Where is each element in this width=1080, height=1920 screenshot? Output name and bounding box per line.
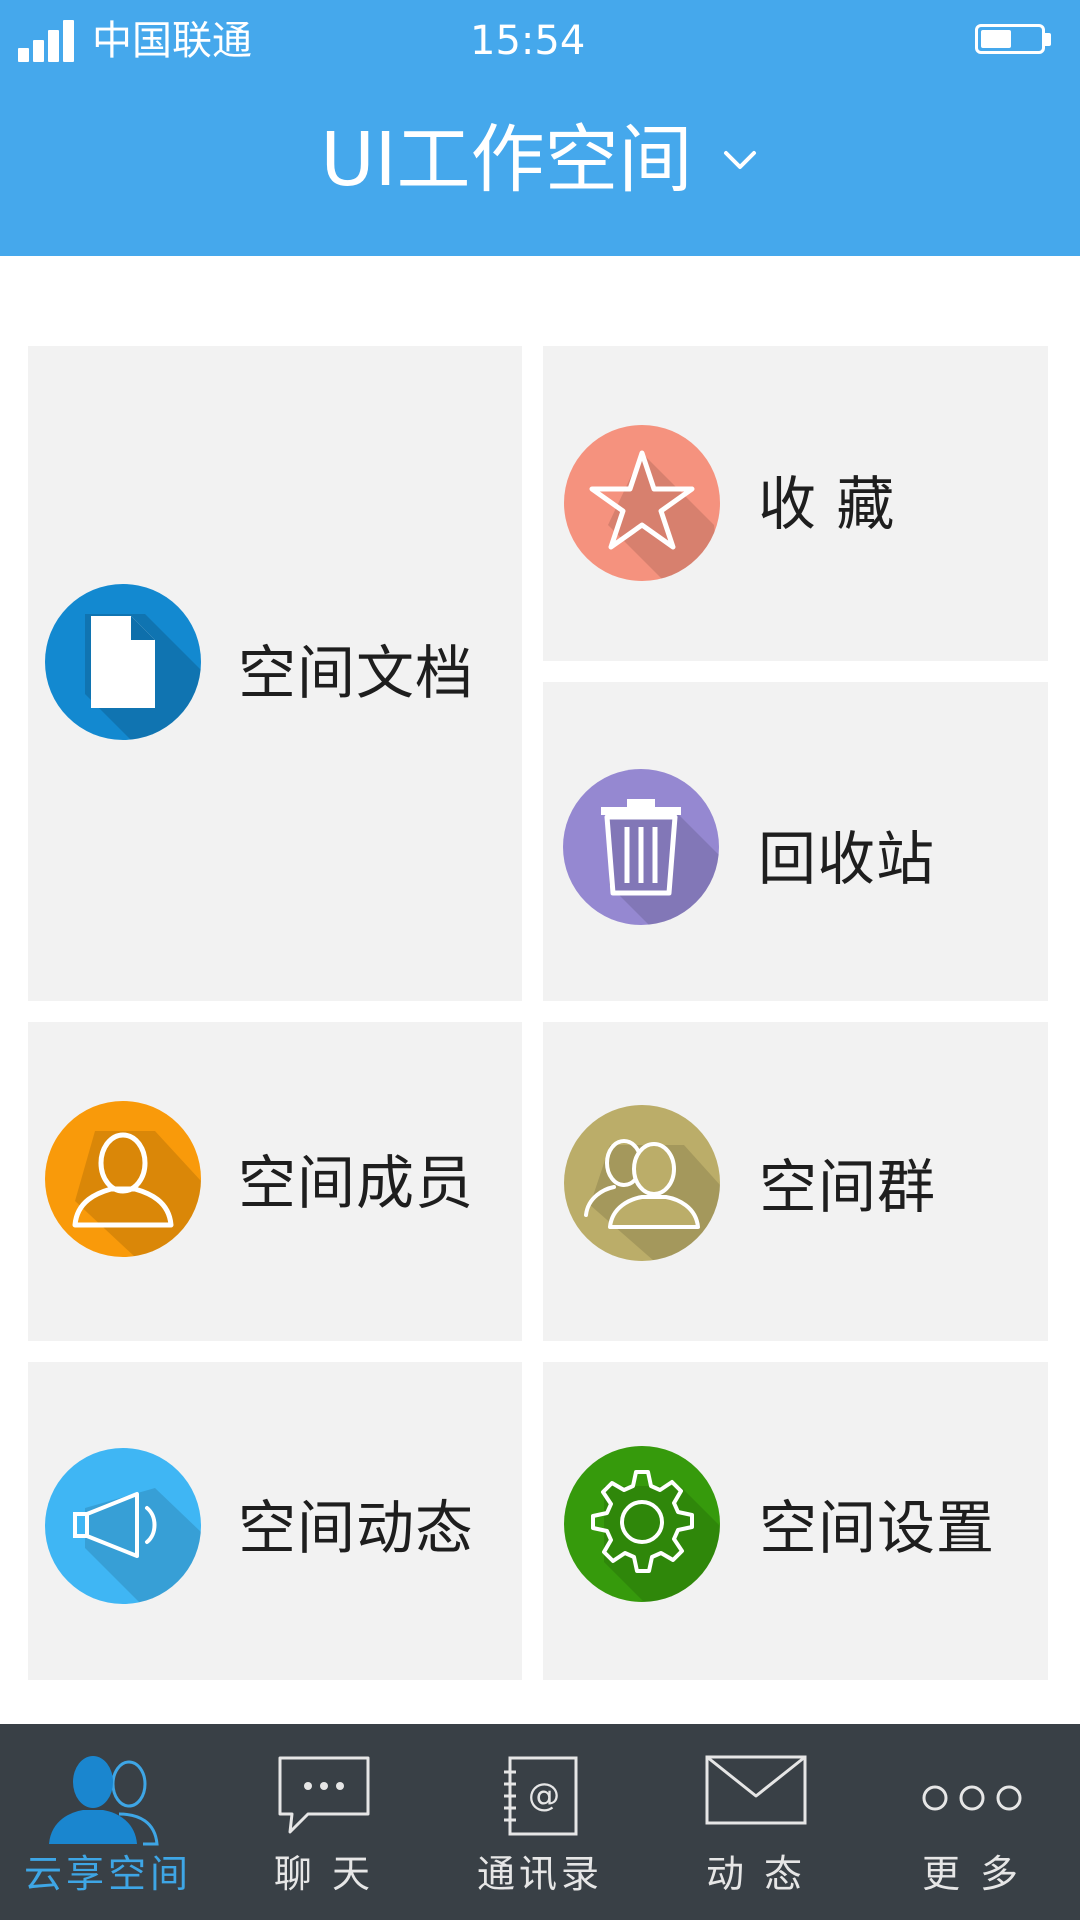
nav-item-updates[interactable]: 动 态: [648, 1724, 864, 1920]
tile-space-activity[interactable]: 空间动态: [28, 1362, 522, 1680]
document-icon: [45, 584, 201, 740]
megaphone-icon: [45, 1448, 201, 1604]
page-title: UI工作空间: [320, 117, 693, 203]
nav-label: 云享空间: [23, 1852, 192, 1896]
tile-favorites[interactable]: 收 藏: [543, 346, 1048, 661]
tile-label: 空间动态: [238, 1494, 475, 1562]
nav-item-contacts[interactable]: @ 通讯录: [432, 1724, 648, 1920]
address-book-icon: @: [504, 1756, 578, 1836]
carrier-name: 中国联通: [92, 18, 252, 64]
more-dots-icon: [922, 1785, 1022, 1811]
gear-icon: [564, 1446, 720, 1602]
users-icon: [49, 1756, 159, 1846]
tile-space-members[interactable]: 空间成员: [28, 1022, 522, 1341]
group-icon: [564, 1105, 720, 1261]
tile-space-settings[interactable]: 空间设置: [543, 1362, 1048, 1680]
star-icon: [564, 425, 720, 581]
nav-label: 聊 天: [273, 1852, 375, 1896]
screen: 中国联通 15:54 UI工作空间 空间文档 收 藏 回收站 空间成员 空间群 …: [0, 0, 1080, 1920]
battery-icon: [975, 24, 1053, 58]
user-icon: [45, 1101, 201, 1257]
svg-text:@: @: [528, 1776, 560, 1814]
nav-item-cloud-space[interactable]: 云享空间: [0, 1724, 216, 1920]
chevron-down-icon: [723, 151, 756, 169]
tile-space-documents[interactable]: 空间文档: [28, 346, 522, 1001]
header: 中国联通 15:54 UI工作空间: [0, 0, 1080, 256]
tile-recycle-bin[interactable]: 回收站: [543, 682, 1048, 1001]
signal-icon: [18, 20, 74, 62]
tile-label: 收 藏: [758, 470, 896, 538]
envelope-icon: [705, 1755, 807, 1825]
tile-label: 空间成员: [238, 1149, 475, 1217]
tile-label: 空间文档: [238, 639, 475, 707]
tile-label: 空间设置: [759, 1494, 996, 1562]
nav-label: 通讯录: [476, 1852, 603, 1896]
bottom-nav: 云享空间 聊 天 @ 通讯录 动 态 更 多: [0, 1724, 1080, 1920]
trash-icon: [563, 769, 719, 925]
workspace-switcher[interactable]: UI工作空间: [0, 110, 1080, 210]
nav-item-more[interactable]: 更 多: [864, 1724, 1080, 1920]
tile-space-groups[interactable]: 空间群: [543, 1022, 1048, 1341]
nav-label: 动 态: [705, 1852, 807, 1896]
tile-label: 空间群: [759, 1153, 937, 1221]
nav-item-chat[interactable]: 聊 天: [216, 1724, 432, 1920]
chat-bubble-icon: [278, 1756, 370, 1834]
tile-label: 回收站: [758, 825, 936, 893]
clock: 15:54: [470, 18, 586, 64]
nav-label: 更 多: [921, 1852, 1023, 1896]
status-bar: 中国联通 15:54: [0, 0, 1080, 90]
